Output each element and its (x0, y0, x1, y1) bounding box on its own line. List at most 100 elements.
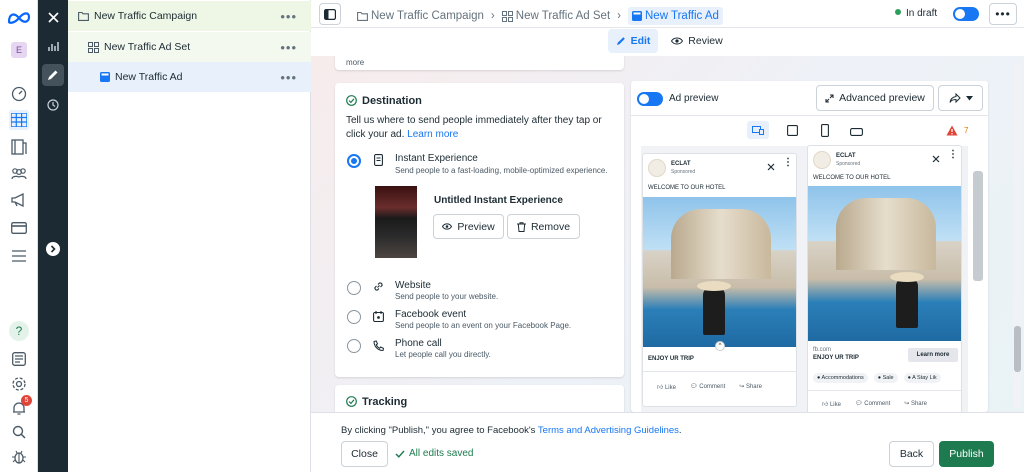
option-website-title: Website (395, 280, 431, 291)
settings-icon[interactable] (9, 374, 29, 394)
warning-icon[interactable] (946, 125, 958, 139)
radio-instant-experience[interactable] (347, 154, 361, 168)
breadcrumb-adset[interactable]: New Traffic Ad Set (516, 10, 610, 22)
placement-square-icon[interactable] (787, 125, 798, 139)
share-dropdown-button[interactable] (938, 85, 983, 111)
preview-right-ad: ECLAT Sponsored ⋮ WELCOME TO OUR HOTEL f… (807, 145, 962, 412)
ad-brand-name: ECLAT (671, 161, 691, 167)
terms-link[interactable]: Terms and Advertising Guidelines (538, 425, 679, 436)
option-instant-sub: Send people to a fast-loading, mobile-op… (395, 166, 608, 175)
ad-preview-toggle[interactable] (637, 92, 663, 106)
tree-ad-label: New Traffic Ad (115, 71, 183, 83)
tree-campaign-row[interactable]: New Traffic Campaign ••• (68, 1, 311, 31)
main-editor-area: more Destination Tell us where to send p… (311, 56, 1024, 412)
close-icon[interactable] (42, 6, 64, 28)
placement-all-icon[interactable] (747, 121, 769, 139)
engagement-row: 👍︎ Like 💬︎ Comment ↪ Share (657, 383, 762, 391)
phone-icon (373, 340, 384, 351)
option-phone-sub: Let people call you directly. (395, 350, 491, 359)
megaphone-icon[interactable] (9, 190, 29, 210)
breadcrumb-ad[interactable]: New Traffic Ad (628, 7, 723, 25)
meta-logo[interactable] (6, 8, 32, 28)
footer-bar: By clicking "Publish," you agree to Face… (311, 412, 1024, 472)
more-icon[interactable]: ••• (280, 70, 297, 85)
back-button[interactable]: Back (889, 441, 934, 467)
destination-description-text: Tell us where to send people immediately… (346, 115, 602, 140)
close-icon[interactable] (767, 163, 775, 171)
news-icon[interactable] (9, 349, 29, 369)
more-options-button[interactable]: ••• (989, 3, 1017, 25)
radio-phone-call[interactable] (347, 339, 361, 353)
clock-icon[interactable] (42, 94, 64, 116)
comment-action[interactable]: 💬︎ Comment (690, 383, 725, 391)
more-link[interactable]: more (346, 58, 364, 67)
back-button-label: Back (899, 448, 924, 460)
share-action[interactable]: ↪ Share (904, 400, 927, 408)
tab-review[interactable]: Review (669, 29, 725, 53)
toggle-panel-button[interactable] (319, 3, 341, 25)
chip[interactable]: ● A Stay Lik (903, 373, 941, 383)
main-scrollbar-thumb[interactable] (1014, 326, 1021, 372)
main-scrollbar-track (1013, 62, 1022, 408)
draft-status-text: In draft (906, 8, 938, 19)
more-icon[interactable]: ••• (280, 9, 297, 24)
ad-active-toggle[interactable] (953, 7, 979, 21)
avatar (813, 151, 831, 169)
more-icon[interactable]: ••• (280, 40, 297, 55)
campaigns-icon[interactable] (9, 110, 29, 130)
chevron-right-icon: › (617, 10, 621, 22)
ad-headline: ENJOY UR TRIP (648, 356, 694, 362)
advanced-preview-button[interactable]: Advanced preview (816, 85, 934, 111)
tree-adset-row[interactable]: New Traffic Ad Set ••• (68, 32, 311, 62)
notifications-icon[interactable]: 5 (9, 395, 32, 418)
search-icon[interactable] (9, 422, 29, 442)
person-figure (896, 278, 918, 328)
remove-button[interactable]: Remove (507, 214, 580, 239)
menu-icon[interactable] (9, 246, 29, 266)
chevron-up-icon[interactable]: ^ (715, 341, 725, 351)
help-icon[interactable]: ? (9, 321, 29, 341)
breadcrumb-campaign[interactable]: New Traffic Campaign (371, 10, 484, 22)
placement-horizontal-icon[interactable] (850, 127, 863, 139)
learn-more-cta-button[interactable]: Learn more (908, 348, 958, 362)
account-e-badge[interactable]: E (9, 40, 29, 60)
bug-icon[interactable] (9, 446, 29, 466)
expand-chevron-icon[interactable] (46, 242, 60, 256)
radio-facebook-event[interactable] (347, 310, 361, 324)
share-label: Share (745, 384, 762, 390)
learn-more-link[interactable]: Learn more (407, 129, 458, 140)
edit-icon[interactable] (42, 64, 64, 86)
chips-row: ● Accommodations ● Sale ● A Stay Lik (813, 373, 941, 383)
dashboard-icon[interactable] (9, 84, 29, 104)
close-button[interactable]: Close (341, 441, 388, 467)
hotel-building (836, 198, 936, 270)
like-action[interactable]: 👍︎ Like (822, 400, 841, 408)
radio-website[interactable] (347, 281, 361, 295)
preview-button[interactable]: Preview (433, 214, 504, 239)
publish-button[interactable]: Publish (939, 441, 994, 467)
chip[interactable]: ● Sale (873, 373, 898, 383)
breadcrumb: New Traffic Campaign › New Traffic Ad Se… (357, 7, 723, 25)
pages-icon[interactable] (9, 137, 29, 157)
like-action[interactable]: 👍︎ Like (657, 383, 676, 391)
option-website-sub: Send people to your website. (395, 292, 499, 301)
more-vertical-icon[interactable]: ⋮ (948, 150, 958, 160)
ad-preview-panel: Ad preview Advanced preview 7 ECLAT Spon… (631, 81, 988, 412)
sun-hat (890, 272, 924, 282)
share-action[interactable]: ↪ Share (739, 383, 762, 391)
billing-icon[interactable] (9, 218, 29, 238)
tab-edit[interactable]: Edit (608, 29, 658, 53)
audiences-icon[interactable] (9, 164, 29, 184)
chip[interactable]: ● Accommodations (813, 373, 868, 383)
tree-ad-row[interactable]: New Traffic Ad ••• (68, 62, 311, 92)
more-vertical-icon[interactable]: ⋮ (783, 158, 793, 168)
close-icon[interactable] (932, 155, 940, 163)
comment-action[interactable]: 💬︎ Comment (855, 400, 890, 408)
chart-icon[interactable] (45, 38, 61, 54)
editor-tool-rail (38, 0, 68, 472)
placement-vertical-icon[interactable] (821, 124, 829, 140)
ad-icon (632, 11, 642, 21)
chevron-right-icon: › (490, 10, 495, 22)
destination-description: Tell us where to send people immediately… (346, 114, 614, 142)
preview-scrollbar[interactable] (973, 171, 983, 281)
